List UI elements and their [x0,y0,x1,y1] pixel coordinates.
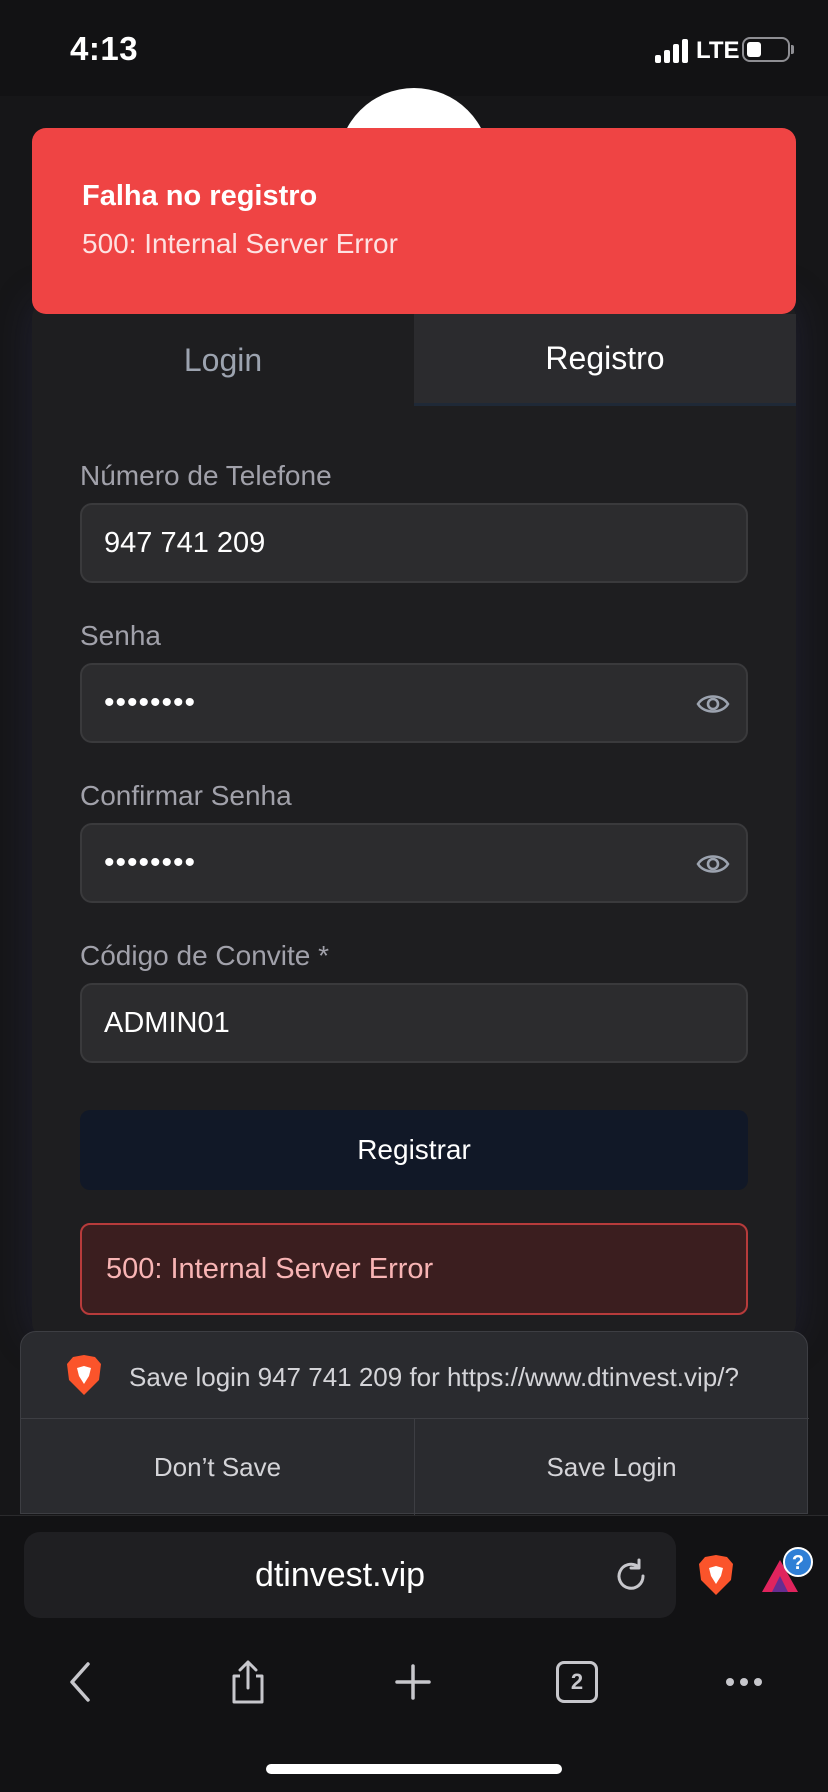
toast-message: 500: Internal Server Error [82,228,398,259]
url-text: dtinvest.vip [254,1555,426,1594]
phone-value: 947 741 209 [104,526,266,559]
invite-code-label: Código de Convite * [80,940,330,971]
status-time: 4:13 [70,30,139,67]
show-confirm-password-eye-icon[interactable] [696,849,730,879]
password-value: •••••••• [104,686,197,719]
cellular-signal-icon [655,39,688,63]
password-label: Senha [80,620,161,651]
auth-tabs: Login Registro [32,314,796,406]
home-indicator [266,1764,562,1774]
battery-icon [742,37,790,62]
back-icon[interactable] [58,1658,106,1706]
new-tab-plus-icon[interactable] [389,1658,437,1706]
network-type: LTE [696,37,740,64]
register-button[interactable]: Registrar [80,1110,748,1190]
dont-save-button[interactable]: Don’t Save [21,1419,414,1515]
save-login-button[interactable]: Save Login [415,1419,808,1515]
invite-code-value: ADMIN01 [104,1006,230,1039]
confirm-password-value: •••••••• [104,846,197,879]
error-toast[interactable]: Falha no registro 500: Internal Server E… [32,128,796,314]
tab-login[interactable]: Login [32,314,414,406]
password-input[interactable]: •••••••• [80,663,748,743]
show-password-eye-icon[interactable] [696,689,730,719]
battery-nub [791,45,794,54]
brave-rewards-button[interactable]: ? [758,1546,814,1596]
toast-title: Falha no registro [82,180,318,212]
tab-switcher-button[interactable]: 2 [556,1661,598,1703]
share-icon[interactable] [224,1658,272,1706]
save-login-message: Save login 947 741 209 for https://www.d… [129,1362,739,1392]
save-login-prompt: Save login 947 741 209 for https://www.d… [20,1331,809,1515]
more-menu-icon[interactable] [720,1658,768,1706]
confirm-password-input[interactable]: •••••••• [80,823,748,903]
phone-input[interactable]: 947 741 209 [80,503,748,583]
status-bar: 4:13 LTE [0,0,828,96]
form-error-message: 500: Internal Server Error [80,1223,748,1315]
reload-icon[interactable] [612,1557,650,1595]
brave-lion-icon [67,1355,101,1395]
invite-code-input[interactable]: ADMIN01 [80,983,748,1063]
confirm-password-label: Confirmar Senha [80,780,292,811]
phone-label: Número de Telefone [80,460,332,491]
brave-shields-icon[interactable] [697,1554,735,1596]
rewards-triangle-icon: ? [762,1547,813,1592]
rewards-badge: ? [792,1552,804,1574]
address-bar[interactable]: dtinvest.vip [24,1532,676,1618]
tab-registro[interactable]: Registro [414,314,796,406]
